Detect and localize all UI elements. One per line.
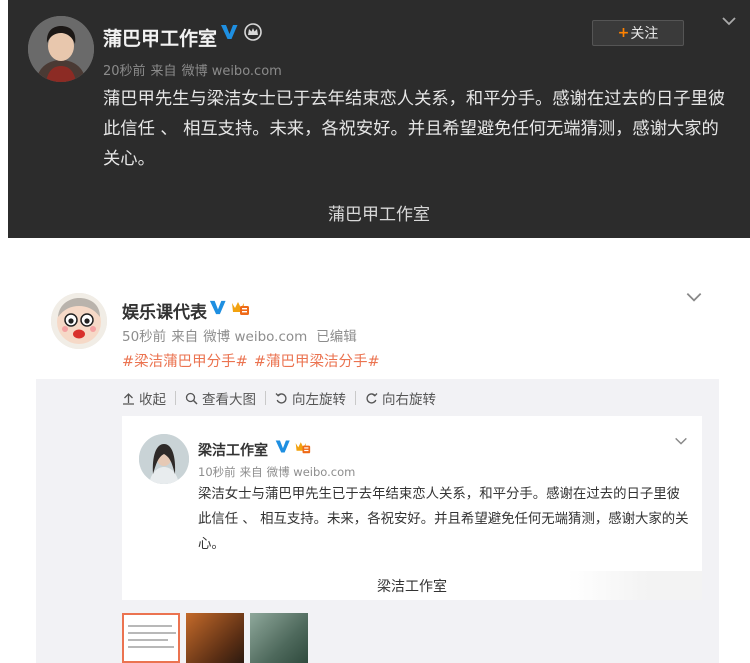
post-time[interactable]: 20秒前 (103, 64, 146, 79)
avatar (139, 434, 189, 484)
rotate-left-icon (275, 392, 287, 404)
badges (219, 22, 263, 42)
badges (208, 297, 250, 317)
post-time: 10秒前 (198, 465, 236, 479)
follow-plus-icon: + (617, 25, 630, 41)
avatar[interactable] (51, 293, 107, 349)
post-source[interactable]: 微博 weibo.com (182, 64, 282, 79)
toolbar-divider (265, 391, 266, 405)
thumbnail-selected[interactable] (122, 613, 180, 663)
post-source[interactable]: 微博 weibo.com (203, 329, 307, 345)
rotate-left-label: 向左旋转 (292, 392, 346, 408)
chevron-down-icon (675, 437, 687, 445)
view-large-label: 查看大图 (202, 392, 256, 408)
image-fade-overlay (568, 571, 702, 600)
post-text: 梁洁女士与蒲巴甲先生已于去年结束恋人关系，和平分手。感谢在过去的日子里彼此信任 … (198, 487, 689, 552)
member-level-icon (232, 302, 249, 315)
rotate-left-button[interactable]: 向左旋转 (275, 388, 346, 408)
rotate-right-button[interactable]: 向右旋转 (365, 388, 436, 408)
hashtag-link[interactable]: #梁洁蒲巴甲分手# (122, 354, 248, 370)
magnifier-icon (185, 392, 198, 405)
post-signature: 蒲巴甲工作室 (328, 205, 430, 225)
rotate-right-label: 向右旋转 (382, 392, 436, 408)
member-crown-icon (244, 23, 262, 41)
author-name[interactable]: 蒲巴甲工作室 (103, 24, 217, 51)
source-prefix: 来自 (150, 64, 177, 79)
post-meta: 20秒前 来自 微博 weibo.com (103, 60, 282, 79)
toolbar-divider (355, 391, 356, 405)
rotate-right-icon (366, 392, 378, 404)
post-time[interactable]: 50秒前 (122, 329, 166, 345)
chevron-down-icon[interactable] (684, 287, 704, 307)
thumbnail[interactable] (250, 613, 308, 663)
image-toolbar: 收起 查看大图 向左旋转 向右旋转 (122, 388, 436, 408)
toolbar-divider (175, 391, 176, 405)
thumbnail[interactable] (186, 613, 244, 663)
chevron-down-icon[interactable] (720, 12, 738, 30)
embedded-post-image[interactable]: 梁洁工作室 10秒前 来自 微博 weibo.com 梁洁女士与蒲巴甲先生已于去年结… (122, 416, 702, 600)
edited-label[interactable]: 已编辑 (316, 329, 357, 345)
author-name: 梁洁工作室 (198, 443, 268, 459)
avatar[interactable] (28, 16, 94, 82)
author-name[interactable]: 娱乐课代表 (122, 298, 207, 323)
badges (274, 438, 311, 455)
collapse-button[interactable]: 收起 (122, 388, 166, 408)
verified-v-icon (209, 300, 226, 314)
source-prefix: 来自 (239, 465, 263, 479)
collapse-label: 收起 (139, 392, 166, 408)
post-source: 微博 weibo.com (266, 465, 356, 479)
member-level-icon (295, 442, 311, 454)
source-prefix: 来自 (171, 329, 199, 345)
follow-label: 关注 (630, 26, 659, 42)
top-weibo-post: 蒲巴甲工作室 20秒前 来自 微博 weibo.com + 关注 蒲巴甲先生与梁洁女… (8, 0, 750, 238)
collapse-up-icon (123, 392, 134, 405)
thumbnail-strip (122, 613, 308, 663)
image-expand-panel: 收起 查看大图 向左旋转 向右旋转 梁洁工作室 10秒前 来自 微博 weibo… (36, 379, 719, 663)
post-text: 蒲巴甲先生与梁洁女士已于去年结束恋人关系，和平分手。感谢在过去的日子里彼此信任 … (103, 89, 726, 169)
post-meta: 50秒前 来自 微博 weibo.com 已编辑 (122, 325, 357, 345)
follow-button[interactable]: + 关注 (592, 20, 684, 46)
verified-v-icon (275, 440, 290, 453)
view-large-button[interactable]: 查看大图 (185, 388, 256, 408)
verified-v-icon (221, 25, 238, 39)
hashtag-link[interactable]: #蒲巴甲梁洁分手# (254, 354, 380, 370)
hashtags: #梁洁蒲巴甲分手# #蒲巴甲梁洁分手# (122, 350, 380, 371)
post-meta: 10秒前 来自 微博 weibo.com (198, 464, 355, 480)
